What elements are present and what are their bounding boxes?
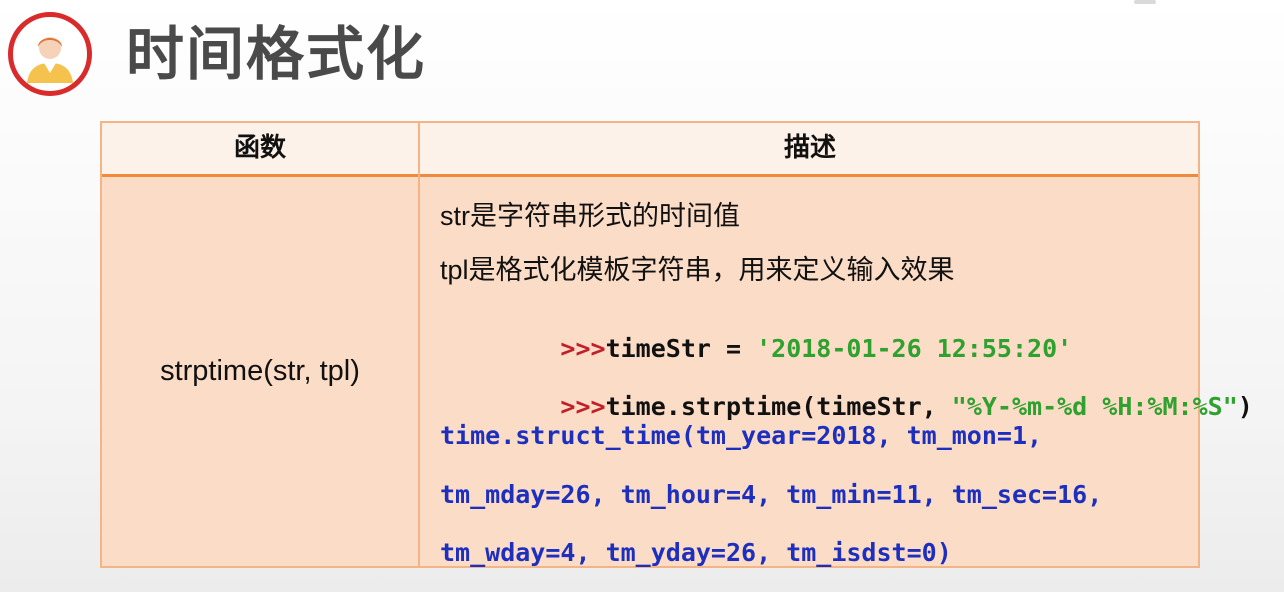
user-avatar-icon <box>20 24 80 84</box>
code-prompt: >>> <box>560 334 606 363</box>
function-name: strptime(str, tpl) <box>160 355 360 387</box>
function-table: 函数 描述 strptime(str, tpl) str是字符串形式的时间值 t… <box>100 121 1253 568</box>
description-line-2: tpl是格式化模板字符串，用来定义输入效果 <box>440 255 955 285</box>
code-output-1: time.struct_time(tm_year=2018, tm_mon=1, <box>440 421 1043 450</box>
code-output-2: tm_mday=26, tm_hour=4, tm_min=11, tm_sec… <box>440 480 1103 509</box>
code-output-3: tm_wday=4, tm_yday=26, tm_isdst=0) <box>440 538 952 567</box>
corner-decoration <box>1134 0 1156 4</box>
code-text: time.strptime(timeStr, <box>605 392 952 421</box>
code-close-paren: ) <box>1237 392 1253 421</box>
header-description: 描述 <box>783 133 836 163</box>
page-title: 时间格式化 <box>126 20 427 88</box>
code-string: '2018-01-26 12:55:20' <box>756 334 1073 363</box>
table-header-row: 函数 描述 <box>102 123 1198 177</box>
avatar <box>8 12 92 96</box>
code-prompt: >>> <box>560 392 606 421</box>
description-line-1: str是字符串形式的时间值 <box>440 201 740 231</box>
header-function: 函数 <box>233 133 286 163</box>
code-string: "%Y-%m-%d %H:%M:%S" <box>951 392 1238 421</box>
description-cell: str是字符串形式的时间值 tpl是格式化模板字符串，用来定义输入效果 >>>t… <box>440 177 1253 567</box>
column-divider <box>418 123 420 566</box>
table-row: strptime(str, tpl) str是字符串形式的时间值 tpl是格式化… <box>102 177 1253 567</box>
code-text: timeStr = <box>605 334 757 363</box>
